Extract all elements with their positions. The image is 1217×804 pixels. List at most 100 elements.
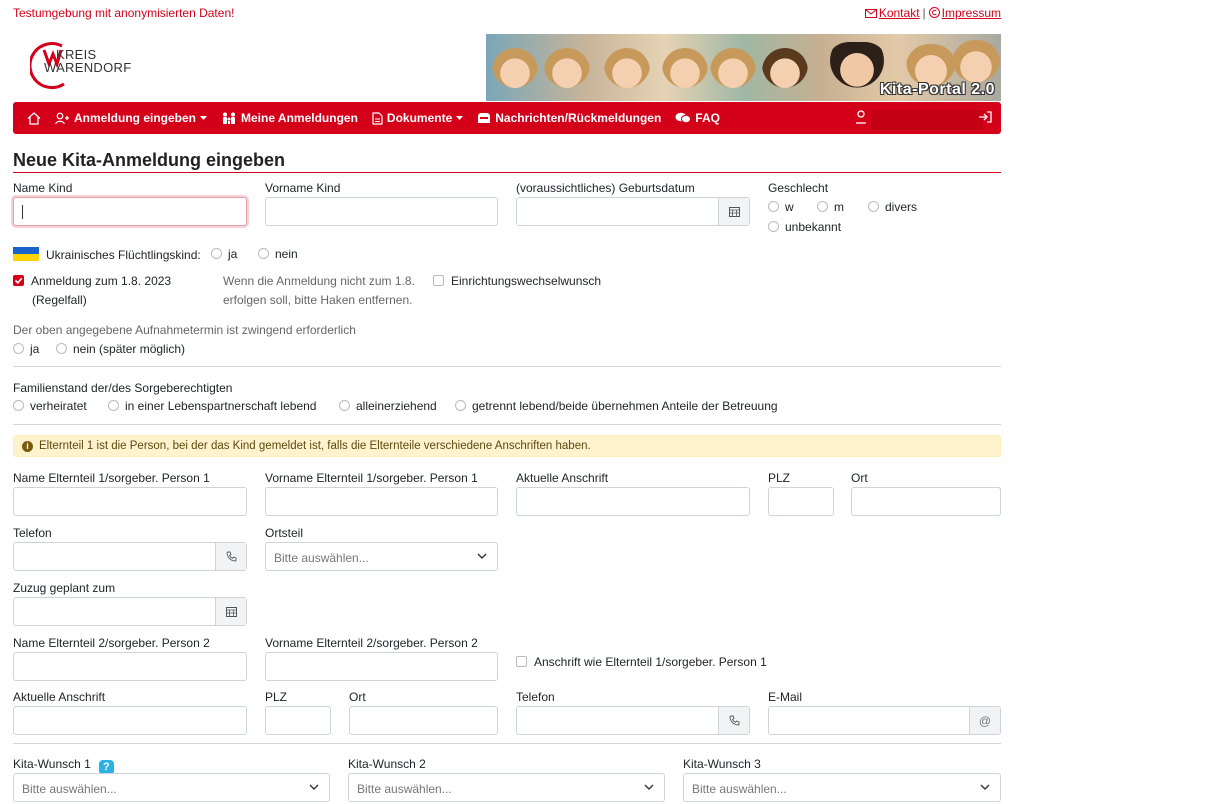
title-divider — [13, 172, 1001, 173]
parent2-address-input[interactable] — [13, 706, 247, 735]
registration-checkbox[interactable]: Anmeldung zum 1.8. 2023 — [13, 274, 171, 288]
parent1-phone-input[interactable] — [13, 542, 247, 571]
refugee-row: Ukrainisches Flüchtlingskind: — [13, 247, 201, 262]
page-title: Neue Kita-Anmeldung eingeben — [13, 150, 286, 170]
parent1-address-input[interactable] — [516, 487, 750, 516]
parent1-first-name-label: Vorname Elternteil 1/sorgeber. Person 1 — [265, 471, 478, 485]
phone-addon — [215, 543, 246, 570]
user-plus-icon — [55, 112, 69, 124]
parent2-last-name-label: Name Elternteil 2/sorgeber. Person 2 — [13, 636, 210, 650]
admission-label: Der oben angegebene Aufnahmetermin ist z… — [13, 323, 356, 337]
parent1-last-name-label: Name Elternteil 1/sorgeber. Person 1 — [13, 471, 210, 485]
child-last-name-label: Name Kind — [13, 181, 73, 195]
parent2-email-input[interactable]: @ — [768, 706, 1001, 735]
imprint-link[interactable]: Impressum — [928, 6, 1001, 20]
family-icon — [223, 112, 236, 124]
divider — [13, 366, 1001, 367]
nav-home[interactable] — [27, 111, 41, 125]
info-icon: i — [22, 440, 33, 452]
admission-no-radio[interactable]: nein (später möglich) — [56, 342, 185, 356]
nav-item-faq[interactable]: FAQ — [675, 111, 720, 125]
refugee-yes-radio[interactable]: ja — [211, 247, 237, 261]
parent1-last-name-input[interactable] — [13, 487, 247, 516]
phone-icon — [729, 715, 739, 726]
child-first-name-input[interactable] — [265, 197, 498, 226]
document-icon — [372, 111, 383, 125]
test-environment-notice: Testumgebung mit anonymisierten Daten! — [13, 6, 235, 20]
kita-wish1-select[interactable]: Bitte auswählen... — [13, 773, 330, 802]
chevron-down-icon — [477, 553, 487, 559]
parent2-last-name-input[interactable] — [13, 652, 247, 681]
parent2-zip-label: PLZ — [265, 690, 288, 704]
parent1-phone-label: Telefon — [13, 526, 52, 540]
checkbox-checked-icon — [13, 275, 24, 286]
gender-option-unknown[interactable]: unbekannt — [768, 220, 841, 234]
kita-wish2-label: Kita-Wunsch 2 — [348, 757, 426, 771]
parent2-email-label: E-Mail — [768, 690, 803, 704]
calendar-button[interactable] — [718, 198, 749, 225]
user-icon[interactable] — [855, 110, 867, 124]
parent1-city-input[interactable] — [851, 487, 1001, 516]
parent1-city-label: Ort — [851, 471, 868, 485]
info-alert: i Elternteil 1 ist die Person, bei der da… — [13, 435, 1001, 457]
dropdown-caret-icon — [456, 115, 464, 120]
email-addon: @ — [969, 707, 1000, 734]
header-banner-image: Kita-Portal 2.0 — [486, 34, 1001, 101]
move-in-label: Zuzug geplant zum — [13, 581, 116, 595]
parent2-first-name-label: Vorname Elternteil 2/sorgeber. Person 2 — [265, 636, 478, 650]
gender-label: Geschlecht — [768, 181, 829, 195]
family-option-partnership[interactable]: in einer Lebenspartnerschaft lebend — [108, 399, 316, 413]
birthdate-label: (voraussichtliches) Geburtsdatum — [516, 181, 695, 195]
registration-checkbox-sublabel: (Regelfall) — [32, 293, 87, 307]
chevron-down-icon — [309, 784, 319, 790]
child-last-name-input[interactable] — [13, 197, 247, 226]
family-option-married[interactable]: verheiratet — [13, 399, 87, 413]
same-address-checkbox[interactable]: Anschrift wie Elternteil 1/sorgeber. Per… — [516, 655, 767, 669]
chevron-down-icon — [644, 784, 654, 790]
nav-item-documents[interactable]: Dokumente — [372, 111, 464, 125]
chevron-down-icon — [980, 784, 990, 790]
birthdate-input[interactable] — [516, 197, 750, 226]
parent2-city-input[interactable] — [349, 706, 498, 735]
user-name-redacted[interactable] — [871, 110, 983, 130]
nav-item-register[interactable]: Anmeldung eingeben — [55, 111, 208, 125]
phone-icon — [226, 551, 236, 562]
divider — [13, 424, 1001, 425]
admission-yes-radio[interactable]: ja — [13, 342, 39, 356]
logo-text: KREIS WARENDORF — [44, 47, 132, 75]
nav-item-messages[interactable]: Nachrichten/Rückmeldungen — [477, 111, 661, 125]
calendar-button[interactable] — [215, 598, 246, 625]
gender-option-divers[interactable]: divers — [868, 200, 917, 214]
kita-wish2-select[interactable]: Bitte auswählen... — [348, 773, 665, 802]
parent2-first-name-input[interactable] — [265, 652, 498, 681]
inbox-icon — [478, 113, 491, 123]
gender-option-m[interactable]: m — [817, 200, 844, 214]
home-icon — [27, 111, 41, 125]
calendar-icon — [225, 607, 237, 617]
parent1-zip-input[interactable] — [768, 487, 834, 516]
top-links: Kontakt | Impressum — [864, 6, 1001, 20]
logout-icon[interactable] — [978, 111, 992, 123]
parent2-phone-input[interactable] — [516, 706, 750, 735]
parent1-first-name-input[interactable] — [265, 487, 498, 516]
family-option-single[interactable]: alleinerziehend — [339, 399, 437, 413]
move-in-date-input[interactable] — [13, 597, 247, 626]
gender-option-w[interactable]: w — [768, 200, 794, 214]
ukraine-flag-icon — [13, 247, 39, 261]
banner-title: Kita-Portal 2.0 — [879, 81, 995, 98]
contact-link[interactable]: Kontakt — [864, 6, 920, 20]
parent1-district-select[interactable]: Bitte auswählen... — [265, 542, 498, 571]
child-first-name-label: Vorname Kind — [265, 181, 341, 195]
refugee-no-radio[interactable]: nein — [258, 247, 298, 261]
nav-item-my-registrations[interactable]: Meine Anmeldungen — [221, 111, 358, 125]
kita-wish3-select[interactable]: Bitte auswählen... — [683, 773, 1001, 802]
parent1-district-label: Ortsteil — [265, 526, 304, 540]
registration-hint-2: erfolgen soll, bitte Haken entfernen. — [223, 293, 413, 307]
kreis-warendorf-logo[interactable]: KREIS WARENDORF — [30, 40, 140, 92]
at-sign-icon: @ — [978, 713, 992, 728]
calendar-icon — [728, 207, 740, 217]
divider — [13, 743, 1001, 744]
family-option-separated[interactable]: getrennt lebend/beide übernehmen Anteile… — [455, 399, 778, 413]
parent2-zip-input[interactable] — [265, 706, 331, 735]
change-wish-checkbox[interactable]: Einrichtungswechselwunsch — [433, 274, 601, 288]
